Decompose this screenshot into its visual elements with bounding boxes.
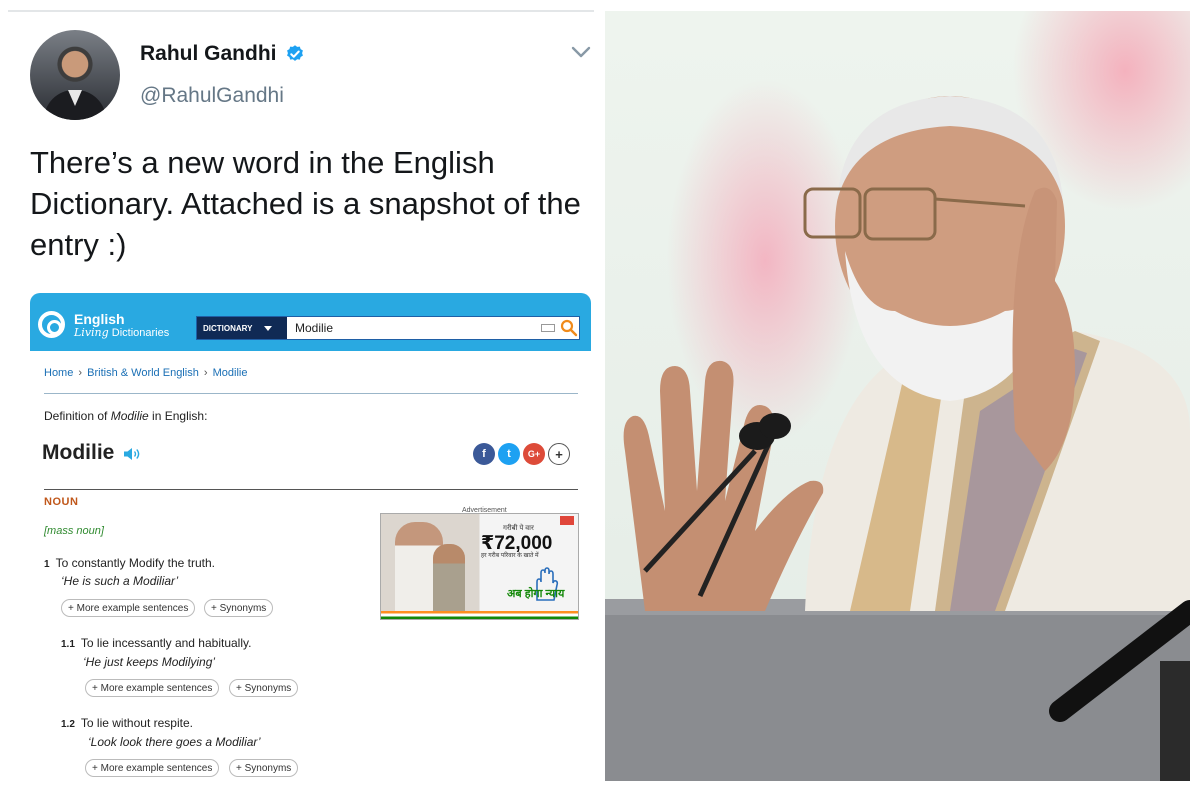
search-icon[interactable]	[559, 317, 579, 339]
mic-stand-foreground	[1160, 661, 1190, 781]
logo-subtitle-rest: Dictionaries	[108, 327, 170, 339]
logo-icon[interactable]	[38, 311, 65, 338]
microphone-icon	[759, 413, 791, 439]
sense-definition: To lie incessantly and habitually.	[80, 636, 252, 650]
speaker-icon[interactable]	[123, 447, 141, 461]
part-of-speech: NOUN	[44, 496, 79, 508]
share-buttons: f t G+ +	[473, 443, 570, 465]
search-type-label: DICTIONARY	[203, 323, 253, 333]
more-examples-button[interactable]: + More example sentences	[61, 599, 196, 617]
tweet-card: Rahul Gandhi @RahulGandhi There’s a new …	[0, 0, 600, 792]
ad-person-image	[433, 544, 465, 614]
sense-example: ‘He is such a Modiliar’	[61, 574, 179, 588]
plus-icon[interactable]: +	[548, 443, 570, 465]
headword: Modilie	[42, 441, 115, 464]
ad-line-2: हर गरीब परिवार के खाते में	[481, 553, 539, 559]
ad-slogan: अब होगा न्याय	[507, 588, 565, 600]
google-plus-icon[interactable]: G+	[523, 443, 545, 465]
speaker-photo	[605, 11, 1190, 781]
breadcrumb-separator: ›	[78, 367, 83, 379]
author-handle[interactable]: @RahulGandhi	[140, 84, 284, 108]
search-type-dropdown[interactable]: DICTIONARY	[197, 317, 287, 339]
sense-example: ‘Look look there goes a Modiliar’	[88, 735, 261, 749]
author-name[interactable]: Rahul Gandhi	[140, 42, 277, 66]
logo-subtitle[interactable]: Living Dictionaries	[74, 326, 169, 339]
sense-1-1: 1.1 To lie incessantly and habitually.	[61, 636, 251, 650]
twitter-icon[interactable]: t	[498, 443, 520, 465]
sense-example: ‘He just keeps Modilying’	[83, 655, 216, 669]
breadcrumb-section[interactable]: British & World English	[87, 367, 199, 379]
author-row: Rahul Gandhi	[140, 42, 305, 66]
close-icon[interactable]	[560, 516, 574, 525]
keyboard-icon[interactable]	[541, 324, 555, 332]
definition-suffix: in English:	[148, 409, 208, 423]
facebook-icon[interactable]: f	[473, 443, 495, 465]
more-examples-button[interactable]: + More example sentences	[85, 759, 220, 777]
sense-definition: To lie without respite.	[80, 716, 193, 730]
advertisement[interactable]: गरीबी पे वार ₹72,000 हर गरीब परिवार के ख…	[380, 513, 579, 620]
divider	[44, 489, 578, 490]
grammar-note: [mass noun]	[44, 525, 104, 537]
divider	[8, 10, 594, 12]
definition-prefix: Definition of	[44, 409, 111, 423]
definition-word: Modilie	[110, 409, 149, 423]
definition-of-label: Definition of Modilie in English:	[44, 409, 207, 423]
tricolor-strip	[381, 611, 578, 619]
breadcrumb-separator: ›	[203, 367, 208, 379]
chevron-down-icon[interactable]	[570, 44, 592, 60]
breadcrumb: Home › British & World English › Modilie	[44, 367, 247, 379]
sense-number: 1.2	[61, 719, 75, 730]
sense-number: 1	[44, 559, 50, 570]
more-examples-button[interactable]: + More example sentences	[85, 679, 220, 697]
sense-definition: To constantly Modify the truth.	[55, 556, 215, 570]
dictionary-snapshot: English Living Dictionaries DICTIONARY H…	[30, 293, 591, 792]
breadcrumb-current[interactable]: Modilie	[213, 367, 248, 379]
logo-title[interactable]: English	[74, 311, 125, 327]
speaker-illustration	[605, 96, 1190, 781]
sense-number: 1.1	[61, 639, 75, 650]
avatar[interactable]	[30, 30, 120, 120]
dropdown-arrow-icon	[264, 325, 273, 331]
synonyms-button[interactable]: + Synonyms	[204, 599, 274, 617]
logo-subtitle-italic: Living	[74, 326, 109, 339]
sense-1-2: 1.2 To lie without respite.	[61, 716, 193, 730]
tweet-text: There’s a new word in the English Dictio…	[30, 145, 581, 262]
verified-badge-icon	[286, 45, 303, 61]
synonyms-button[interactable]: + Synonyms	[229, 759, 299, 777]
sense-1: 1 To constantly Modify the truth.	[44, 556, 215, 570]
dictionary-header: English Living Dictionaries DICTIONARY	[30, 293, 591, 351]
breadcrumb-home[interactable]: Home	[44, 367, 73, 379]
divider	[44, 393, 578, 394]
search-input[interactable]	[287, 317, 541, 339]
synonyms-button[interactable]: + Synonyms	[229, 679, 299, 697]
search-bar: DICTIONARY	[196, 316, 580, 340]
